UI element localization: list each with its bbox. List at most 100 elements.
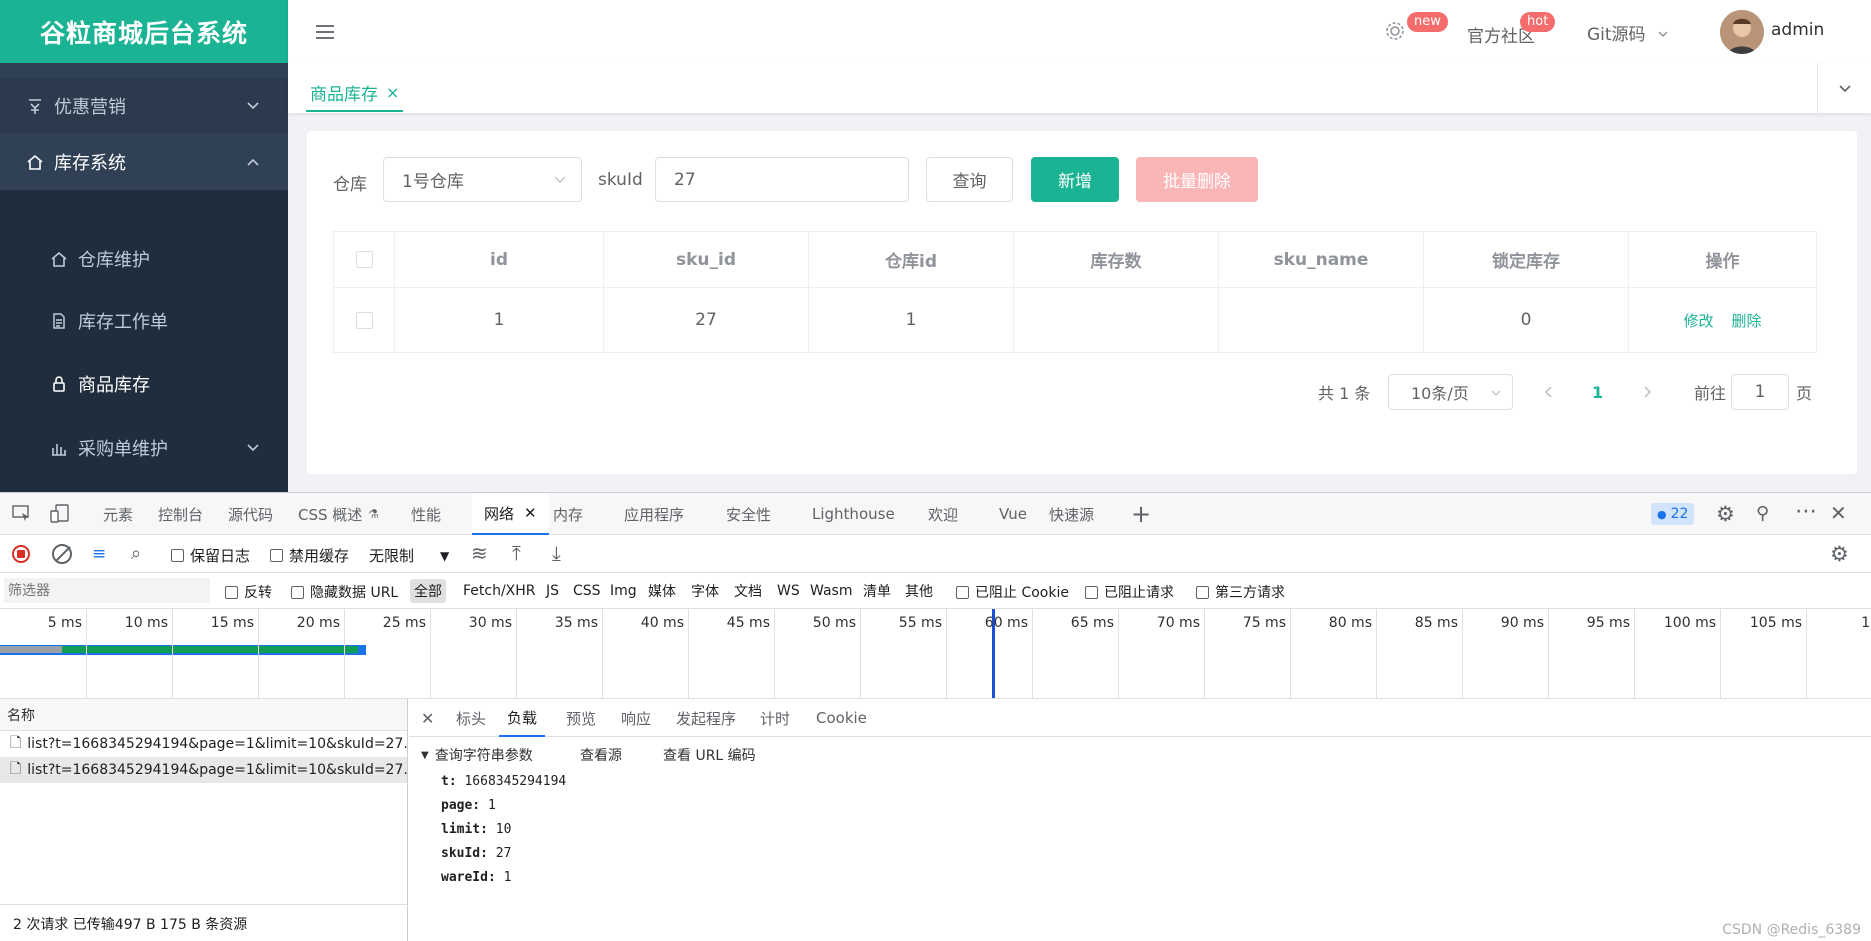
- tab-initiator[interactable]: 发起程序: [676, 699, 736, 737]
- tag-product-stock[interactable]: 商品库存 ×: [306, 75, 404, 112]
- page-size-select[interactable]: 10条/页: [1388, 374, 1513, 410]
- sidebar-item-warehouse[interactable]: 仓库维护: [0, 234, 288, 284]
- settings-icon[interactable]: ⚙: [1716, 502, 1735, 526]
- tab-lighthouse[interactable]: Lighthouse: [812, 493, 895, 535]
- throttle-select[interactable]: 无限制 ▼: [369, 545, 449, 566]
- wifi-settings-icon[interactable]: ≋: [471, 541, 488, 565]
- filter-js[interactable]: JS: [546, 573, 559, 609]
- avatar[interactable]: [1720, 10, 1764, 54]
- close-details-icon[interactable]: ✕: [421, 699, 434, 737]
- filter-other[interactable]: 其他: [905, 573, 933, 609]
- hamburger-icon[interactable]: [314, 21, 336, 43]
- filter-doc[interactable]: 文档: [734, 573, 762, 609]
- record-icon[interactable]: [12, 545, 30, 563]
- tab-application[interactable]: 应用程序: [624, 493, 684, 535]
- checkbox[interactable]: [355, 311, 373, 329]
- tab-network[interactable]: 网络 ✕: [472, 493, 549, 535]
- blocked-cookies-checkbox[interactable]: 已阻止 Cookie: [956, 582, 1069, 602]
- filter-media[interactable]: 媒体: [648, 573, 676, 609]
- warehouse-select[interactable]: 1号仓库: [383, 157, 582, 202]
- download-icon[interactable]: ⤓: [552, 541, 561, 565]
- blocked-requests-checkbox[interactable]: 已阻止请求: [1085, 582, 1174, 602]
- checkbox[interactable]: [355, 251, 373, 268]
- sidebar-item-purchase[interactable]: 采购单维护: [0, 423, 288, 473]
- username[interactable]: admin: [1771, 20, 1824, 40]
- clear-icon[interactable]: [52, 544, 72, 564]
- sidebar-item-inventory-system[interactable]: 库存系统: [0, 133, 288, 190]
- customize-icon[interactable]: ⚲: [1756, 503, 1769, 524]
- tab-cookies[interactable]: Cookie: [816, 699, 867, 737]
- delete-link[interactable]: 删除: [1732, 310, 1762, 331]
- close-icon[interactable]: ✕: [524, 504, 537, 522]
- query-button[interactable]: 查询: [926, 157, 1013, 202]
- tab-security[interactable]: 安全性: [726, 493, 771, 535]
- prev-page-icon[interactable]: [1542, 385, 1556, 399]
- current-page[interactable]: 1: [1592, 374, 1603, 410]
- invert-checkbox[interactable]: 反转: [225, 582, 272, 602]
- filter-all[interactable]: 全部: [410, 579, 446, 603]
- filter-manifest[interactable]: 清单: [863, 573, 891, 609]
- sidebar-item-product-stock[interactable]: 商品库存: [0, 359, 288, 409]
- checkbox[interactable]: [291, 585, 304, 599]
- skuid-input[interactable]: 27: [655, 157, 909, 202]
- tab-welcome[interactable]: 欢迎: [928, 493, 958, 535]
- tab-preview[interactable]: 预览: [566, 699, 596, 737]
- edit-link[interactable]: 修改: [1683, 310, 1713, 331]
- more-icon[interactable]: ⋯: [1795, 499, 1817, 524]
- add-tab-icon[interactable]: +: [1131, 493, 1151, 535]
- network-settings-icon[interactable]: ⚙: [1830, 542, 1849, 566]
- third-party-checkbox[interactable]: 第三方请求: [1196, 582, 1285, 602]
- tags-dropdown[interactable]: [1817, 63, 1871, 114]
- close-icon[interactable]: ×: [386, 83, 399, 102]
- checkbox[interactable]: [270, 549, 283, 562]
- close-devtools-icon[interactable]: ✕: [1830, 501, 1847, 525]
- search-icon[interactable]: ⌕: [131, 543, 141, 564]
- tab-headers[interactable]: 标头: [456, 699, 486, 737]
- sidebar-item-marketing[interactable]: 优惠营销: [0, 78, 288, 133]
- filter-fetch-xhr[interactable]: Fetch/XHR: [463, 573, 536, 609]
- request-row-selected[interactable]: 🗋 list?t=1668345294194&page=1&limit=10&s…: [0, 757, 407, 783]
- tab-vue[interactable]: Vue: [999, 493, 1027, 535]
- preserve-log-checkbox[interactable]: 保留日志: [171, 545, 250, 566]
- tab-console[interactable]: 控制台: [158, 493, 203, 535]
- tab-payload[interactable]: 负载: [499, 699, 546, 737]
- add-button[interactable]: 新增: [1031, 157, 1119, 202]
- view-source-link[interactable]: 查看源: [580, 745, 622, 765]
- sidebar-item-stock-task[interactable]: 库存工作单: [0, 296, 288, 346]
- view-url-encoded-link[interactable]: 查看 URL 编码: [663, 745, 756, 765]
- tab-css-overview[interactable]: CSS 概述 ⚗: [298, 493, 379, 535]
- next-page-icon[interactable]: [1640, 385, 1654, 399]
- filter-font[interactable]: 字体: [691, 573, 719, 609]
- git-source-dropdown[interactable]: Git源码: [1587, 20, 1669, 45]
- issues-badge[interactable]: ● 22: [1651, 503, 1695, 525]
- checkbox[interactable]: [171, 549, 184, 562]
- filter-img[interactable]: Img: [610, 573, 637, 609]
- hide-data-url-checkbox[interactable]: 隐藏数据 URL: [291, 582, 398, 602]
- tab-sources[interactable]: 源代码: [228, 493, 273, 535]
- filter-wasm[interactable]: Wasm: [810, 573, 852, 609]
- tab-performance[interactable]: 性能: [411, 493, 441, 535]
- tab-elements[interactable]: 元素: [103, 493, 133, 535]
- settings-icon[interactable]: [1384, 20, 1406, 47]
- tab-response[interactable]: 响应: [621, 699, 651, 737]
- filter-icon[interactable]: ≡: [92, 544, 106, 564]
- upload-icon[interactable]: ⤒: [512, 541, 521, 565]
- checkbox[interactable]: [225, 585, 238, 599]
- header-select-all[interactable]: [334, 232, 395, 287]
- device-toggle-icon[interactable]: [50, 504, 70, 524]
- filter-ws[interactable]: WS: [777, 573, 800, 609]
- goto-page-input[interactable]: 1: [1731, 374, 1789, 410]
- checkbox[interactable]: [1196, 585, 1209, 599]
- checkbox[interactable]: [1085, 585, 1098, 599]
- inspect-element-icon[interactable]: [12, 505, 32, 523]
- network-overview-timeline[interactable]: 5 ms 10 ms 15 ms 20 ms 25 ms 30 ms 35 ms 40 ms 4…: [0, 609, 1871, 699]
- checkbox[interactable]: [956, 585, 969, 599]
- query-params-section-header[interactable]: ▼ 查询字符串参数: [421, 745, 533, 765]
- filter-css[interactable]: CSS: [573, 573, 601, 609]
- disable-cache-checkbox[interactable]: 禁用缓存: [270, 545, 349, 566]
- request-row[interactable]: 🗋 list?t=1668345294194&page=1&limit=10&s…: [0, 731, 407, 757]
- filter-input[interactable]: [4, 578, 210, 603]
- batch-delete-button[interactable]: 批量删除: [1136, 157, 1258, 202]
- tab-timing[interactable]: 计时: [760, 699, 790, 737]
- tab-quick-source[interactable]: 快速源: [1049, 493, 1094, 535]
